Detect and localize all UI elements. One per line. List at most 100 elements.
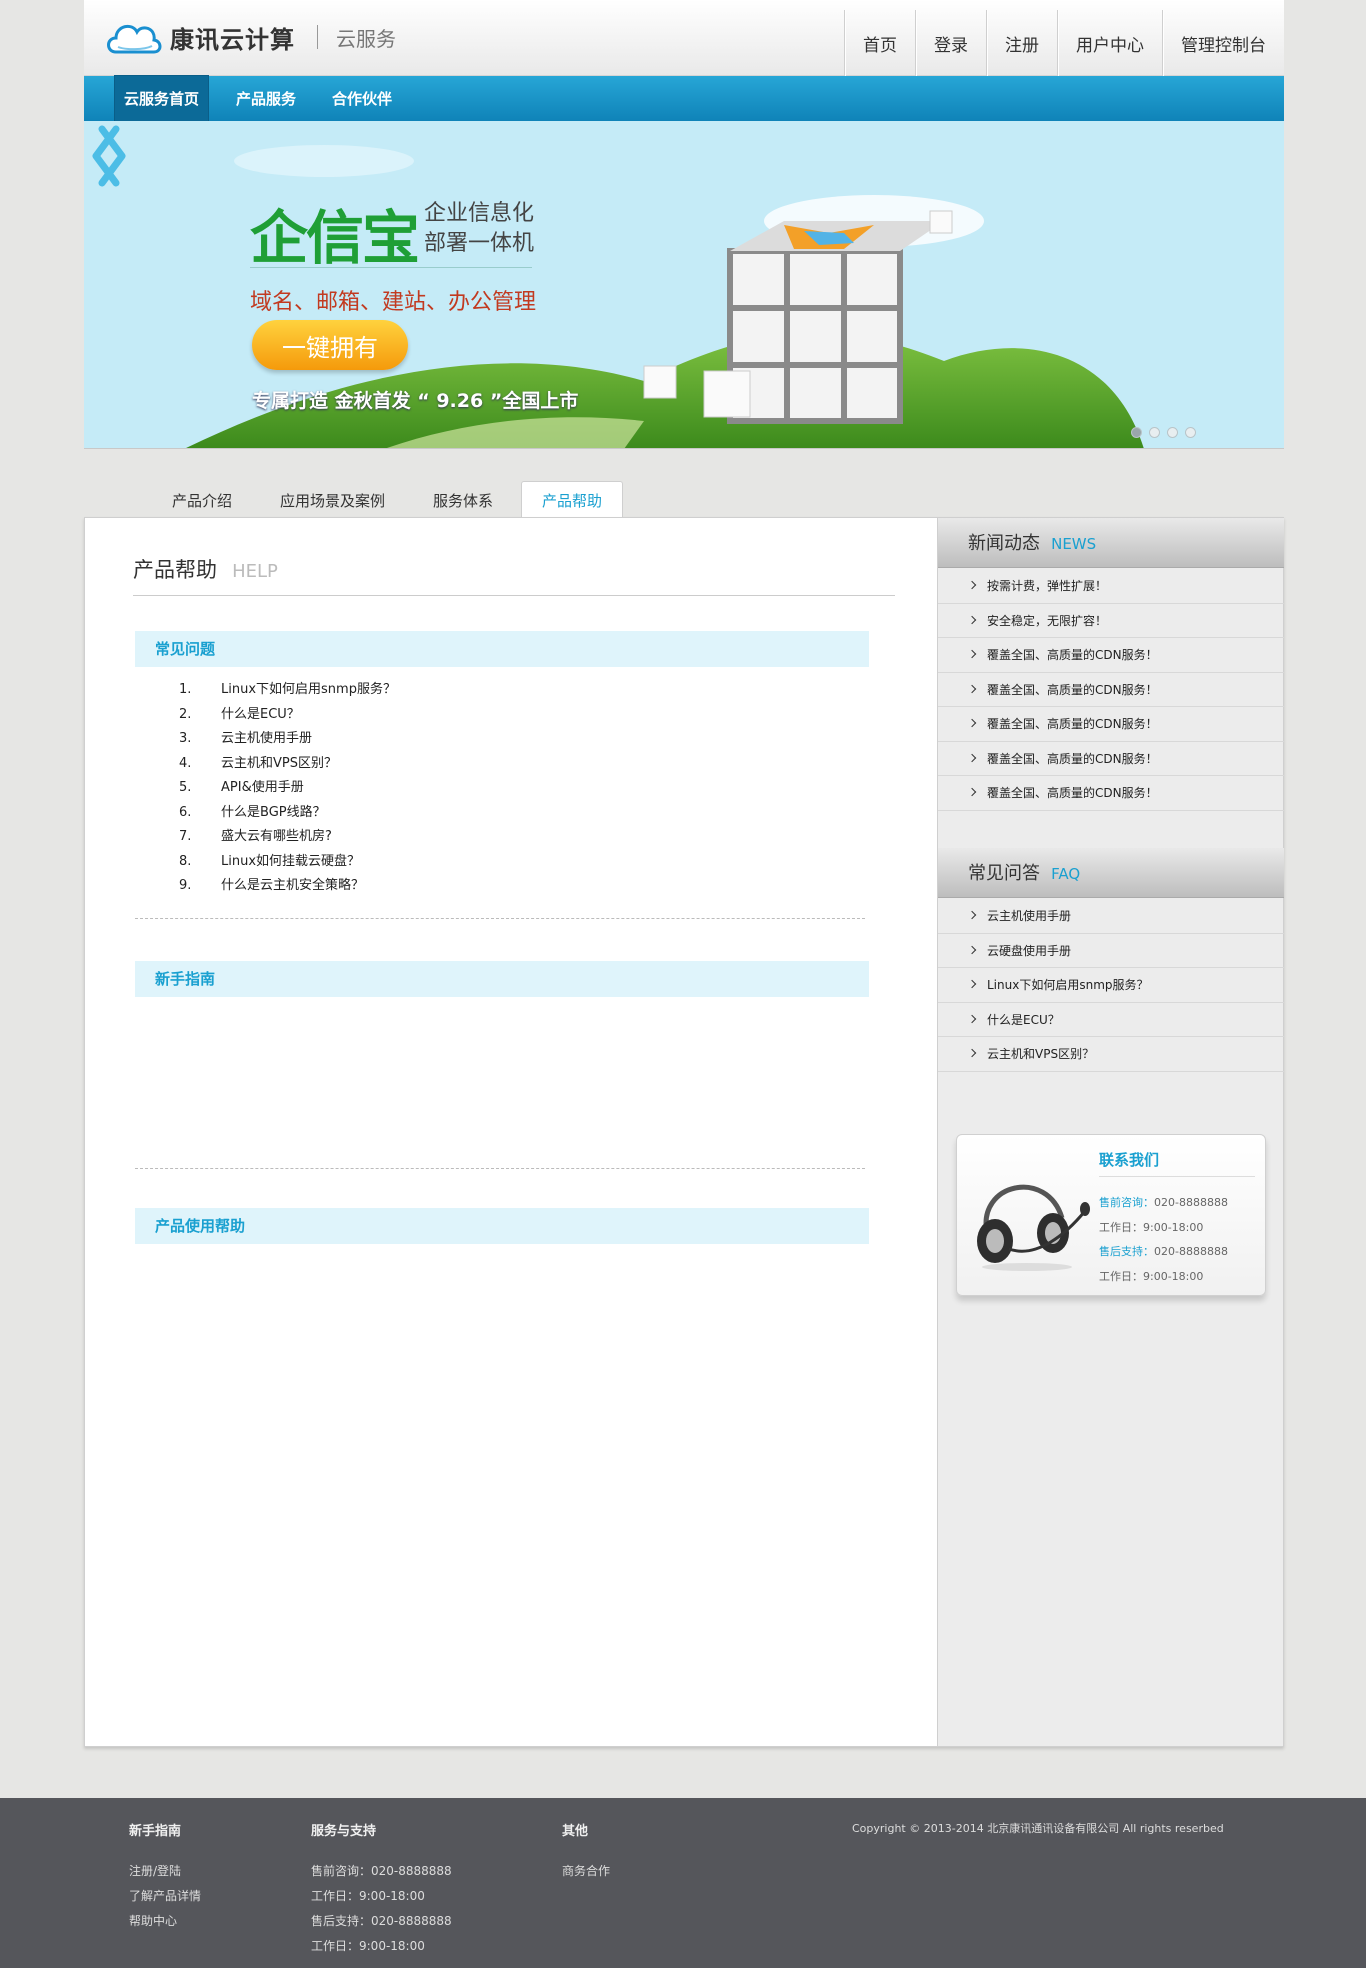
tab-use-cases[interactable]: 应用场景及案例	[260, 481, 405, 517]
logo[interactable]: 康讯云计算 云服务	[104, 14, 396, 60]
hero-banner: 企信宝 企业信息化 部署一体机 域名、邮箱、建站、办公管理 一键拥有 专属打造 …	[84, 121, 1284, 449]
list-item[interactable]: 4. 云主机和VPS区别？	[179, 752, 396, 777]
news-item-label[interactable]: 覆盖全国、高质量的CDN服务！	[987, 786, 1158, 800]
banner-services: 域名、邮箱、建站、办公管理	[250, 290, 537, 315]
faq-link-label[interactable]: Linux下如何启用snmp服务？	[987, 978, 1149, 992]
contact-card: 联系我们 售前咨询：020-8888888 工作日：9:00-18:00 售后支…	[956, 1134, 1266, 1296]
faq-item-link[interactable]: 什么是BGP线路？	[221, 801, 326, 826]
footer-link[interactable]: 注册/登陆	[129, 1859, 201, 1884]
nav-home[interactable]: 首页	[844, 10, 915, 76]
list-item[interactable]: 8. Linux如何挂载云硬盘？	[179, 850, 396, 875]
faq-link-label[interactable]: 什么是ECU？	[987, 1013, 1060, 1027]
news-heading: 新闻动态 NEWS	[938, 518, 1284, 568]
faq-heading-cn: 常见问答	[968, 863, 1040, 884]
slide-dot[interactable]	[1149, 427, 1160, 438]
nav-console[interactable]: 管理控制台	[1162, 10, 1284, 76]
footer-text: 工作日：9:00-18:00	[311, 1889, 425, 1903]
banner-tagline: 企业信息化 部署一体机	[424, 199, 534, 259]
faq-item-link[interactable]: 云主机和VPS区别？	[221, 752, 337, 777]
news-item[interactable]: 覆盖全国、高质量的CDN服务！	[938, 742, 1284, 776]
list-item[interactable]: 2. 什么是ECU？	[179, 703, 396, 728]
faq-item-link[interactable]: 什么是云主机安全策略？	[221, 874, 364, 899]
faq-heading: 常见问答 FAQ	[938, 848, 1284, 898]
faq-item-link[interactable]: Linux如何挂载云硬盘？	[221, 850, 360, 875]
tab-product-help[interactable]: 产品帮助	[521, 481, 624, 518]
banner-tagline-line2: 部署一体机	[424, 231, 535, 256]
news-heading-cn: 新闻动态	[968, 533, 1040, 554]
banner-cta-button[interactable]: 一键拥有	[252, 320, 408, 370]
faq-link-label[interactable]: 云硬盘使用手册	[987, 944, 1071, 958]
nav-register[interactable]: 注册	[986, 10, 1057, 76]
footer-text: 售后支持：020-8888888	[311, 1914, 452, 1928]
faq-link-item[interactable]: Linux下如何启用snmp服务？	[938, 968, 1284, 1003]
slide-dot[interactable]	[1185, 427, 1196, 438]
news-item[interactable]: 覆盖全国、高质量的CDN服务！	[938, 673, 1284, 707]
news-item[interactable]: 覆盖全国、高质量的CDN服务！	[938, 638, 1284, 673]
news-item-label[interactable]: 安全稳定，无限扩容！	[987, 614, 1107, 628]
news-item-label[interactable]: 覆盖全国、高质量的CDN服务！	[987, 683, 1158, 697]
faq-link-label[interactable]: 云主机使用手册	[987, 909, 1071, 923]
news-item[interactable]: 覆盖全国、高质量的CDN服务！	[938, 776, 1284, 811]
list-item[interactable]: 9. 什么是云主机安全策略？	[179, 874, 396, 899]
faq-link-item[interactable]: 云主机和VPS区别？	[938, 1037, 1284, 1072]
tab-product-intro[interactable]: 产品介绍	[152, 481, 252, 517]
section-faq-heading: 常见问题	[135, 631, 869, 667]
faq-link-item[interactable]: 什么是ECU？	[938, 1003, 1284, 1037]
news-item-label[interactable]: 覆盖全国、高质量的CDN服务！	[987, 752, 1158, 766]
footer-link[interactable]: 帮助中心	[129, 1909, 201, 1934]
faq-item-number: 1.	[179, 682, 192, 697]
subnav-cloud-home[interactable]: 云服务首页	[114, 75, 210, 122]
slide-dot[interactable]	[1167, 427, 1178, 438]
news-item-label[interactable]: 覆盖全国、高质量的CDN服务！	[987, 648, 1158, 662]
news-item[interactable]: 按需计费，弹性扩展！	[938, 569, 1284, 604]
faq-item-number: 4.	[179, 755, 192, 771]
faq-item-link[interactable]: API&使用手册	[221, 776, 304, 801]
news-item-label[interactable]: 按需计费，弹性扩展！	[987, 579, 1107, 593]
faq-item-number: 2.	[179, 706, 192, 722]
faq-item-link[interactable]: 什么是ECU？	[221, 703, 300, 728]
logo-subtitle: 云服务	[336, 26, 396, 51]
footer-col-title: 新手指南	[129, 1824, 182, 1839]
subnav-products[interactable]: 产品服务	[227, 76, 305, 121]
next-slide-arrow-icon[interactable]	[84, 121, 134, 191]
site-footer: 新手指南 注册/登陆 了解产品详情 帮助中心 服务与支持 售前咨询：020-88…	[0, 1798, 1366, 1968]
section-usage-heading: 产品使用帮助	[135, 1208, 869, 1244]
banner-divider	[250, 267, 532, 268]
nav-user-center[interactable]: 用户中心	[1057, 10, 1162, 76]
subnav-partners[interactable]: 合作伙伴	[323, 76, 401, 121]
list-item[interactable]: 7. 盛大云有哪些机房?	[179, 825, 396, 850]
faq-item-number: 9.	[179, 878, 192, 893]
presale-hours: 工作日：9:00-18:00	[1099, 1220, 1204, 1234]
faq-item-link[interactable]: 盛大云有哪些机房?	[221, 825, 332, 850]
presale-phone: 020-8888888	[1154, 1196, 1228, 1209]
list-item[interactable]: 3. 云主机使用手册	[179, 727, 396, 752]
page-title: 产品帮助 HELP	[133, 554, 895, 596]
footer-link[interactable]: 商务合作	[562, 1859, 610, 1884]
news-item-label[interactable]: 覆盖全国、高质量的CDN服务！	[987, 717, 1158, 731]
list-item[interactable]: 1. Linux下如何启用snmp服务？	[179, 678, 396, 703]
faq-link-label[interactable]: 云主机和VPS区别？	[987, 1047, 1094, 1061]
footer-col-support: 服务与支持 售前咨询：020-8888888 工作日：9:00-18:00 售后…	[311, 1820, 452, 1959]
faq-link-item[interactable]: 云主机使用手册	[938, 899, 1284, 934]
slide-indicators	[1131, 427, 1196, 438]
faq-item-link[interactable]: Linux下如何启用snmp服务？	[221, 678, 396, 703]
faq-item-link[interactable]: 云主机使用手册	[221, 727, 312, 752]
nav-login[interactable]: 登录	[915, 10, 986, 76]
cloud-logo-icon	[107, 24, 162, 54]
faq-link-item[interactable]: 云硬盘使用手册	[938, 934, 1284, 968]
news-item[interactable]: 安全稳定，无限扩容！	[938, 604, 1284, 638]
faq-item-number: 3.	[179, 731, 192, 746]
tab-service-system[interactable]: 服务体系	[413, 481, 513, 517]
copyright: Copyright © 2013-2014 北京康讯通讯设备有限公司 All r…	[852, 1822, 1224, 1835]
footer-link[interactable]: 了解产品详情	[129, 1884, 201, 1909]
faq-item-number: 8.	[179, 853, 192, 869]
presale-label: 售前咨询：	[1099, 1196, 1154, 1209]
faq-list: 1. Linux下如何启用snmp服务？ 2. 什么是ECU？ 3. 云主机使用手册 …	[179, 678, 396, 899]
list-item[interactable]: 6. 什么是BGP线路？	[179, 801, 396, 826]
main-panel: 产品帮助 HELP 常见问题 1. Linux下如何启用snmp服务？ 2. 什么是…	[84, 517, 1284, 1747]
list-item[interactable]: 5. API&使用手册	[179, 776, 396, 801]
slide-dot[interactable]	[1131, 427, 1142, 438]
headset-icon	[977, 1184, 1090, 1271]
section-guide-heading: 新手指南	[135, 961, 869, 997]
news-item[interactable]: 覆盖全国、高质量的CDN服务！	[938, 707, 1284, 742]
